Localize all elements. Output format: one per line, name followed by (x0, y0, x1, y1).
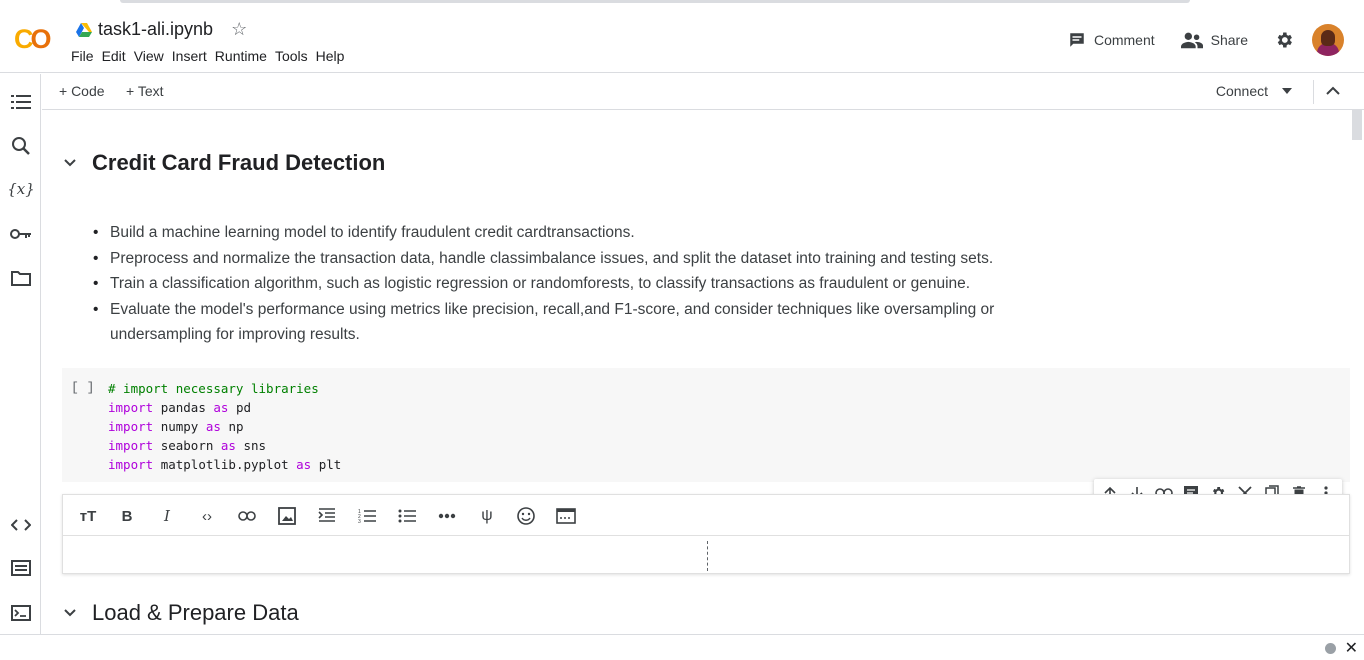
menu-insert[interactable]: Insert (172, 48, 214, 64)
link-icon[interactable] (236, 505, 258, 527)
menu-bar: File Edit View Insert Runtime Tools Help (71, 48, 352, 64)
section-heading-row: Load & Prepare Data (62, 600, 299, 626)
code-icon[interactable]: ‹› (196, 505, 218, 527)
title-row: task1-ali.ipynb ☆ (76, 19, 247, 40)
list-item: Train a classification algorithm, such a… (93, 271, 1060, 297)
code-line: import matplotlib.pyplot as plt (108, 457, 342, 472)
variables-icon[interactable]: {x} (7, 178, 35, 200)
comment-icon (1070, 33, 1084, 47)
emoji-icon[interactable] (515, 505, 537, 527)
app-header: CO task1-ali.ipynb ☆ File Edit View Inse… (0, 6, 1364, 73)
code-snippets-icon[interactable] (10, 514, 32, 536)
menu-view[interactable]: View (134, 48, 171, 64)
menu-runtime[interactable]: Runtime (215, 48, 274, 64)
list-item: Evaluate the model's performance using m… (93, 297, 1060, 348)
notebook-toolbar: + Code + Text Connect (42, 74, 1364, 110)
left-sidebar: {x} (0, 74, 41, 634)
share-people-icon (1180, 32, 1203, 49)
menu-edit[interactable]: Edit (102, 48, 133, 64)
menu-tools[interactable]: Tools (275, 48, 315, 64)
connect-label: Connect (1215, 83, 1268, 99)
svg-text:3: 3 (358, 519, 361, 524)
task-bullet-list: Build a machine learning model to identi… (93, 220, 1060, 348)
code-cell[interactable]: [ ] # import necessary libraries import … (62, 368, 1350, 482)
bulleted-list-icon[interactable] (396, 505, 418, 527)
section-heading-row: Credit Card Fraud Detection (62, 150, 385, 176)
preview-toggle-icon[interactable] (555, 505, 577, 527)
code-editor[interactable]: # import necessary libraries import pand… (108, 379, 341, 474)
menu-help[interactable]: Help (316, 48, 352, 64)
section-title: Credit Card Fraud Detection (92, 150, 386, 175)
collapse-header-icon[interactable] (1324, 82, 1342, 100)
notebook-content: Credit Card Fraud Detection Build a mach… (42, 110, 1352, 634)
numbered-list-icon[interactable]: 123 (356, 505, 378, 527)
collapse-section-chevron-icon[interactable] (62, 155, 78, 171)
add-code-button[interactable]: + Code (59, 83, 105, 99)
code-line: import numpy as np (108, 419, 244, 434)
latex-psi-icon[interactable]: ψ (476, 505, 498, 527)
connect-button[interactable]: Connect (1216, 83, 1292, 99)
toc-icon[interactable] (10, 91, 32, 113)
image-icon[interactable] (276, 505, 298, 527)
search-icon[interactable] (10, 135, 32, 157)
split-divider (707, 541, 708, 571)
share-label: Share (1210, 32, 1248, 48)
code-line: import pandas as pd (108, 400, 252, 415)
menu-file[interactable]: File (71, 48, 101, 64)
run-cell-indicator[interactable]: [ ] (71, 380, 94, 395)
user-avatar[interactable] (1312, 24, 1344, 56)
share-button[interactable]: Share (1180, 31, 1248, 49)
star-icon[interactable]: ☆ (231, 19, 247, 40)
comment-button[interactable]: Comment (1068, 31, 1155, 49)
markdown-format-toolbar: ᴛT B I ‹› 123 ψ (63, 495, 1349, 536)
code-comment: # import necessary libraries (108, 381, 319, 396)
bold-icon[interactable]: B (116, 505, 138, 527)
collapse-section-chevron-icon[interactable] (62, 605, 78, 621)
indent-icon[interactable] (316, 505, 338, 527)
text-cell-editor[interactable]: ᴛT B I ‹› 123 ψ (62, 494, 1350, 574)
google-drive-icon (76, 22, 92, 37)
italic-icon[interactable]: I (156, 505, 178, 527)
code-line: import seaborn as sns (108, 438, 267, 453)
comment-label: Comment (1093, 32, 1155, 48)
status-bar: ✕ (0, 634, 1364, 660)
close-icon[interactable]: ✕ (1345, 638, 1358, 658)
notebook-title[interactable]: task1-ali.ipynb (98, 19, 213, 40)
connect-dropdown-icon[interactable] (1282, 88, 1292, 94)
folder-icon[interactable] (10, 267, 32, 289)
horizontal-rule-icon[interactable] (436, 505, 458, 527)
list-item: Build a machine learning model to identi… (93, 220, 1060, 246)
terminal-icon[interactable] (10, 602, 32, 624)
list-item: Preprocess and normalize the transaction… (93, 246, 1060, 272)
add-text-button[interactable]: + Text (126, 83, 164, 99)
colab-logo[interactable]: CO (14, 24, 52, 55)
command-palette-icon[interactable] (10, 557, 32, 579)
toolbar-divider (1313, 80, 1314, 104)
section-title: Load & Prepare Data (92, 600, 299, 625)
runtime-status-dot (1325, 643, 1336, 654)
secrets-key-icon[interactable] (10, 223, 32, 245)
scrollbar-thumb[interactable] (1352, 110, 1362, 140)
header-actions: Comment Share (1068, 24, 1344, 56)
settings-gear-icon[interactable] (1274, 30, 1294, 50)
text-size-icon[interactable]: ᴛT (77, 505, 99, 527)
